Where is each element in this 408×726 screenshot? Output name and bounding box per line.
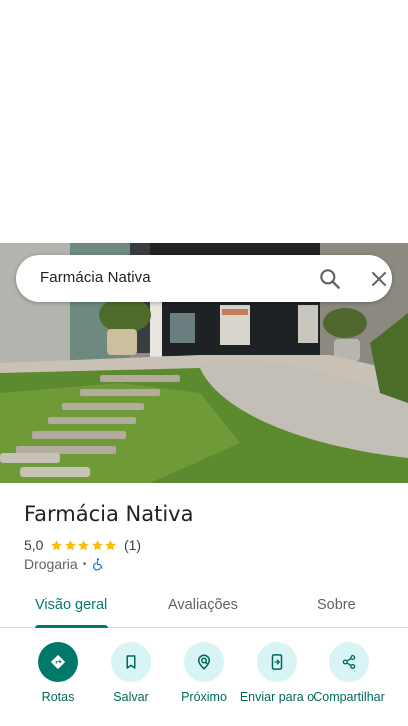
wheelchair-accessible-icon <box>93 558 103 571</box>
review-count[interactable]: (1) <box>124 537 141 553</box>
tab-about[interactable]: Sobre <box>317 597 356 613</box>
rating-value: 5,0 <box>24 537 44 553</box>
rating-row[interactable]: 5,0 (1) <box>24 537 141 553</box>
directions-icon[interactable] <box>38 642 78 682</box>
search-icon[interactable] <box>317 266 343 292</box>
search-query[interactable]: Farmácia Nativa <box>40 269 151 286</box>
share-icon[interactable] <box>329 642 369 682</box>
rating-stars <box>50 539 118 552</box>
bookmark-icon[interactable] <box>111 642 151 682</box>
place-category: Drogaria <box>24 556 78 572</box>
action-buttons: Rotas Salvar Próximo Enviar para o Compa… <box>0 640 408 726</box>
tab-reviews[interactable]: Avaliações <box>168 597 238 613</box>
save-button[interactable]: Salvar <box>91 640 171 705</box>
star-icon <box>105 539 117 550</box>
save-label: Salvar <box>113 690 149 704</box>
star-icon <box>78 539 90 550</box>
category-row: Drogaria • <box>24 556 105 572</box>
star-icon <box>92 539 103 550</box>
send-to-phone-icon[interactable] <box>257 642 297 682</box>
nearby-label: Próximo <box>181 690 227 704</box>
active-tab-indicator <box>35 625 108 628</box>
map-area[interactable] <box>0 0 408 243</box>
place-title: Farmácia Nativa <box>24 502 194 526</box>
send-to-phone-label: Enviar para o <box>239 690 315 704</box>
directions-button[interactable]: Rotas <box>18 640 98 705</box>
nearby-icon[interactable] <box>184 642 224 682</box>
tab-overview[interactable]: Visão geral <box>35 597 107 613</box>
share-button[interactable]: Compartilhar <box>310 640 388 705</box>
share-label: Compartilhar <box>313 690 385 704</box>
send-to-phone-button[interactable]: Enviar para o <box>237 640 317 705</box>
separator-dot: • <box>82 558 87 570</box>
nearby-button[interactable]: Próximo <box>164 640 244 705</box>
search-bar[interactable]: Farmácia Nativa <box>16 255 392 302</box>
close-icon[interactable] <box>367 267 391 291</box>
directions-label: Rotas <box>41 690 75 704</box>
star-icon <box>51 539 63 550</box>
place-tabs: Visão geral Avaliações Sobre <box>0 588 408 628</box>
star-icon <box>65 539 76 550</box>
